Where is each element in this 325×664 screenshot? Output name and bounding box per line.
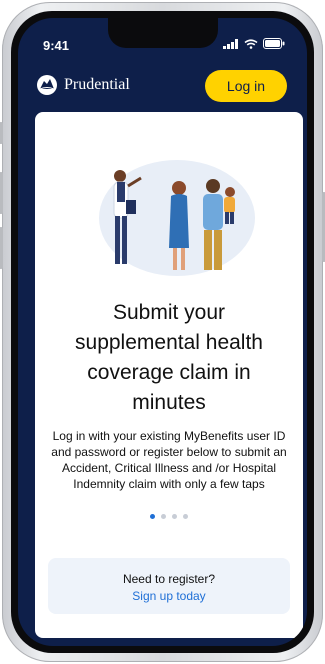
- register-question: Need to register?: [122, 572, 216, 586]
- phone-bezel: 9:41 Prudential Log in Submit your suppl…: [11, 11, 314, 653]
- login-button[interactable]: Log in: [205, 70, 287, 102]
- rock-logo-icon: [37, 75, 57, 95]
- headline: Submit your supplemental health coverage…: [75, 301, 263, 414]
- notch: [108, 18, 218, 48]
- volume-down-button: [0, 227, 3, 269]
- signal-icon: [223, 38, 238, 49]
- mute-switch: [0, 122, 3, 144]
- carousel-indicator: [35, 514, 303, 519]
- phone-frame: 9:41 Prudential Log in Submit your suppl…: [0, 2, 325, 662]
- volume-up-button: [0, 172, 3, 214]
- wifi-icon: [244, 38, 258, 49]
- battery-icon: [263, 38, 285, 49]
- status-time: 9:41: [43, 38, 70, 53]
- carousel-dot-3[interactable]: [172, 514, 177, 519]
- screen: 9:41 Prudential Log in Submit your suppl…: [18, 18, 307, 646]
- sign-up-link[interactable]: Sign up today: [48, 589, 290, 603]
- content-card: Submit your supplemental health coverage…: [35, 112, 303, 638]
- illustration-image: [99, 160, 255, 276]
- brand-logo: Prudential: [36, 74, 130, 96]
- register-panel: Need to register? Sign up today: [48, 558, 290, 614]
- carousel-dot-4[interactable]: [183, 514, 188, 519]
- carousel-dot-1[interactable]: [150, 514, 155, 519]
- status-icons: [223, 38, 285, 49]
- brand-name: Prudential: [64, 76, 130, 93]
- description-text: Log in with your existing MyBenefits use…: [51, 429, 287, 491]
- carousel-dot-2[interactable]: [161, 514, 166, 519]
